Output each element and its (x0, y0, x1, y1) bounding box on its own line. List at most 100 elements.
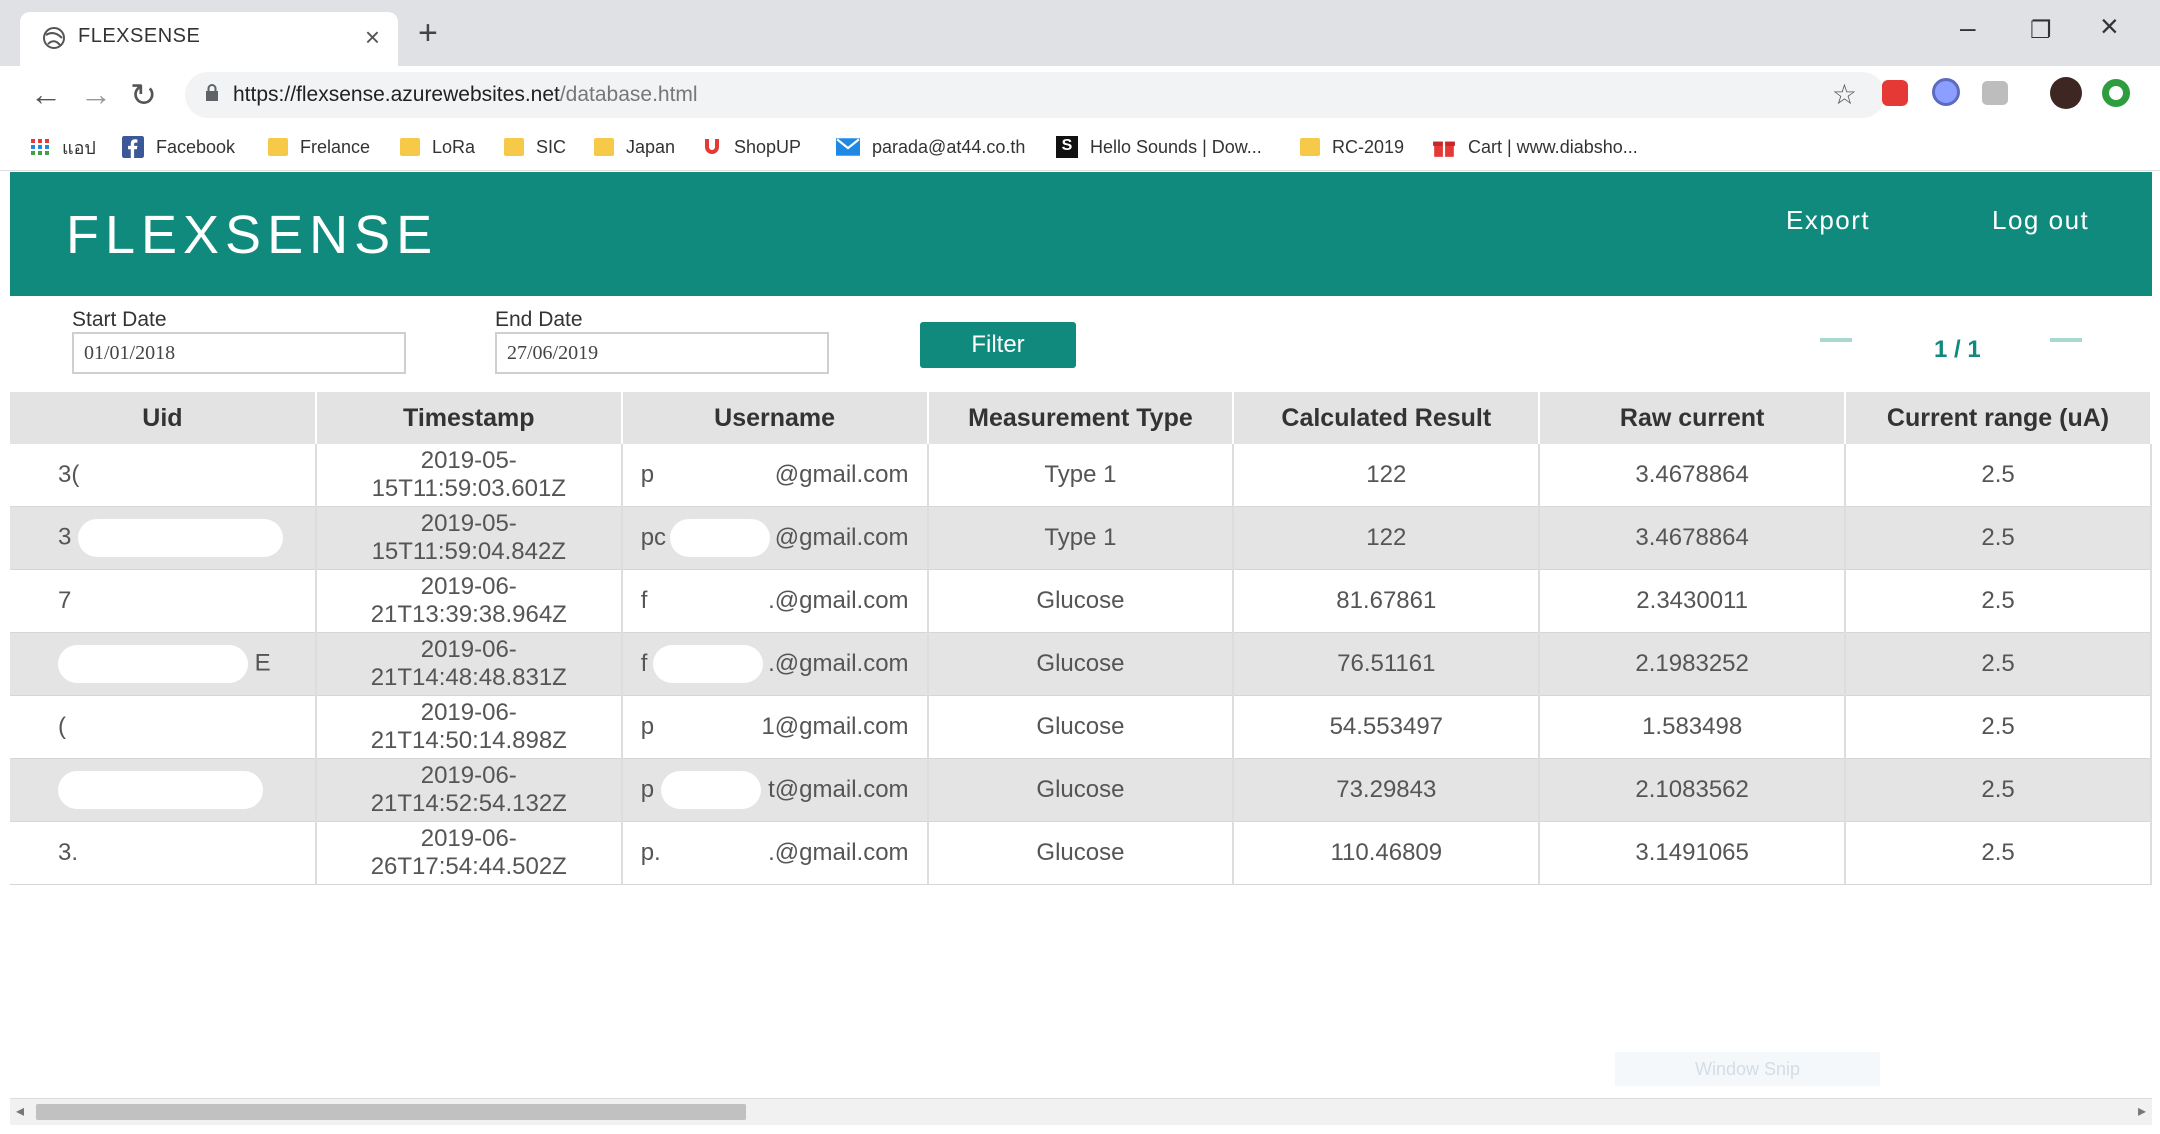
cell-timestamp: 2019-06- 21T13:39:38.964Z (315, 569, 623, 633)
cell-measurement-type: Type 1 (927, 444, 1235, 507)
username-suffix: .@gmail.com (768, 587, 909, 614)
username-suffix: .@gmail.com (768, 839, 909, 866)
bookmark-cart[interactable]: Cart | www.diabsho... (1432, 132, 1638, 162)
cell-calculated-result: 122 (1233, 444, 1541, 507)
brand-logo: FLEXSENSE (66, 205, 439, 265)
timestamp-time: 15T11:59:03.601Z (371, 475, 566, 502)
tab-title: FLEXSENSE (78, 25, 201, 47)
table-row[interactable]: 3( 2019-05- 15T11:59:03.601Z p @gmail.com … (10, 444, 2152, 507)
folder-icon (594, 138, 614, 156)
folder-icon (268, 138, 288, 156)
cell-raw-current: 1.583498 (1539, 695, 1847, 759)
cell-measurement-type: Glucose (927, 632, 1235, 696)
bookmark-label: แอป (62, 137, 96, 158)
column-header-raw-current[interactable]: Raw current (1539, 392, 1847, 444)
cell-raw-current: 3.4678864 (1539, 506, 1847, 570)
extension-red-icon[interactable] (1882, 80, 1908, 106)
scroll-left-arrow-icon[interactable]: ◂ (16, 1101, 24, 1121)
bookmark-japan[interactable]: Japan (594, 132, 675, 162)
extension-blue-icon[interactable] (1932, 78, 1960, 106)
column-header-timestamp[interactable]: Timestamp (315, 392, 623, 444)
cell-raw-current: 2.1083562 (1539, 758, 1847, 822)
folder-icon (400, 138, 420, 156)
bookmark-hello-sounds[interactable]: S Hello Sounds | Dow... (1056, 132, 1262, 162)
table-row[interactable]: ( 2019-06- 21T14:50:14.898Z p 1@gmail.com … (10, 695, 2152, 759)
forward-button[interactable]: → (80, 76, 112, 113)
prev-page-button[interactable] (1820, 338, 1852, 342)
bookmark-lora[interactable]: LoRa (400, 132, 475, 162)
restore-button[interactable]: ❐ (2030, 16, 2052, 45)
column-header-measurement-type[interactable]: Measurement Type (927, 392, 1235, 444)
scroll-right-arrow-icon[interactable]: ▸ (2138, 1101, 2146, 1121)
url-host: https://flexsense.azurewebsites.net (233, 83, 560, 106)
start-date-input[interactable] (72, 332, 406, 374)
apps-grid-icon (31, 139, 49, 155)
cell-uid (10, 758, 317, 822)
cell-calculated-result: 76.51161 (1233, 632, 1541, 696)
timestamp-time: 15T11:59:04.842Z (371, 538, 566, 565)
cell-current-range: 2.5 (1845, 758, 2152, 822)
back-button[interactable]: ← (30, 76, 62, 113)
bookmark-email[interactable]: parada@at44.co.th (836, 132, 1025, 162)
timestamp-time: 21T14:52:54.132Z (370, 790, 567, 817)
bookmark-frelance[interactable]: Frelance (268, 132, 370, 162)
extension-grey-icon[interactable] (1982, 81, 2008, 105)
profile-avatar[interactable] (2050, 77, 2082, 109)
logout-link[interactable]: Log out (1992, 205, 2089, 236)
cell-calculated-result: 110.46809 (1233, 821, 1541, 885)
bookmark-apps[interactable]: แอป (30, 132, 96, 162)
page-indicator: 1 / 1 (1934, 336, 1981, 363)
mail-icon (836, 138, 860, 156)
cell-raw-current: 3.4678864 (1539, 444, 1847, 507)
cell-uid: 3. (10, 821, 317, 885)
cell-timestamp: 2019-05- 15T11:59:03.601Z (315, 444, 623, 507)
table-row[interactable]: 2019-06- 21T14:52:54.132Z p t@gmail.com Gl… (10, 758, 2152, 822)
column-header-current-range[interactable]: Current range (uA) (1845, 392, 2152, 444)
column-header-uid[interactable]: Uid (10, 392, 317, 444)
tab-close-icon[interactable]: × (365, 22, 380, 53)
browser-window: FLEXSENSE × + – ❐ × ← → ↻ https://flexse… (0, 0, 2160, 1134)
address-bar[interactable]: https://flexsense.azurewebsites.net/data… (185, 72, 1885, 118)
table-row[interactable]: E 2019-06- 21T14:48:48.831Z f .@gmail.com … (10, 632, 2152, 696)
table-row[interactable]: 3. 2019-06- 26T17:54:44.502Z p. .@gmail.co… (10, 821, 2152, 885)
redaction-mark (78, 519, 284, 557)
timestamp-time: 26T17:54:44.502Z (370, 853, 567, 880)
cell-username: p. .@gmail.com (621, 821, 929, 885)
redaction-mark (661, 771, 762, 809)
bookmark-facebook[interactable]: Facebook (122, 132, 235, 162)
bookmark-sic[interactable]: SIC (504, 132, 566, 162)
url-text[interactable]: https://flexsense.azurewebsites.net/data… (233, 83, 698, 107)
uid-text: 3 (58, 523, 72, 551)
redaction-mark (58, 645, 248, 683)
filter-bar: Start Date End Date Filter 1 / 1 (0, 296, 2160, 394)
cell-calculated-result: 122 (1233, 506, 1541, 570)
bookmark-shopup[interactable]: ShopUP (702, 132, 801, 162)
extension-green-icon[interactable] (2102, 79, 2130, 107)
close-window-button[interactable]: × (2100, 8, 2119, 45)
minimize-button[interactable]: – (1960, 12, 1976, 44)
horizontal-scrollbar[interactable]: ◂ ▸ (10, 1098, 2152, 1125)
s-letter-icon: S (1056, 136, 1078, 158)
column-header-username[interactable]: Username (621, 392, 929, 444)
browser-tab[interactable]: FLEXSENSE × (20, 12, 398, 66)
reload-button[interactable]: ↻ (130, 76, 157, 114)
filter-button[interactable]: Filter (920, 322, 1076, 368)
end-date-input[interactable] (495, 332, 829, 374)
timestamp-time: 21T14:48:48.831Z (370, 664, 567, 691)
cell-current-range: 2.5 (1845, 695, 2152, 759)
column-header-calculated-result[interactable]: Calculated Result (1233, 392, 1541, 444)
bookmark-label: SIC (536, 136, 567, 157)
new-tab-button[interactable]: + (418, 14, 438, 53)
bookmark-star-icon[interactable]: ☆ (1832, 78, 1857, 111)
export-link[interactable]: Export (1786, 205, 1870, 236)
bookmark-rc-2019[interactable]: RC-2019 (1300, 132, 1404, 162)
magnet-icon (705, 139, 719, 154)
scrollbar-thumb[interactable] (36, 1104, 746, 1120)
cell-uid: 3( (10, 444, 317, 507)
table-row[interactable]: 3 2019-05- 15T11:59:04.842Z pc @gmail.com … (10, 506, 2152, 570)
bookmark-label: parada@at44.co.th (872, 136, 1026, 157)
next-page-button[interactable] (2050, 338, 2082, 342)
username-suffix: @gmail.com (774, 461, 909, 488)
redaction-mark (58, 771, 263, 809)
table-row[interactable]: 7 2019-06- 21T13:39:38.964Z f .@gmail.com … (10, 569, 2152, 633)
